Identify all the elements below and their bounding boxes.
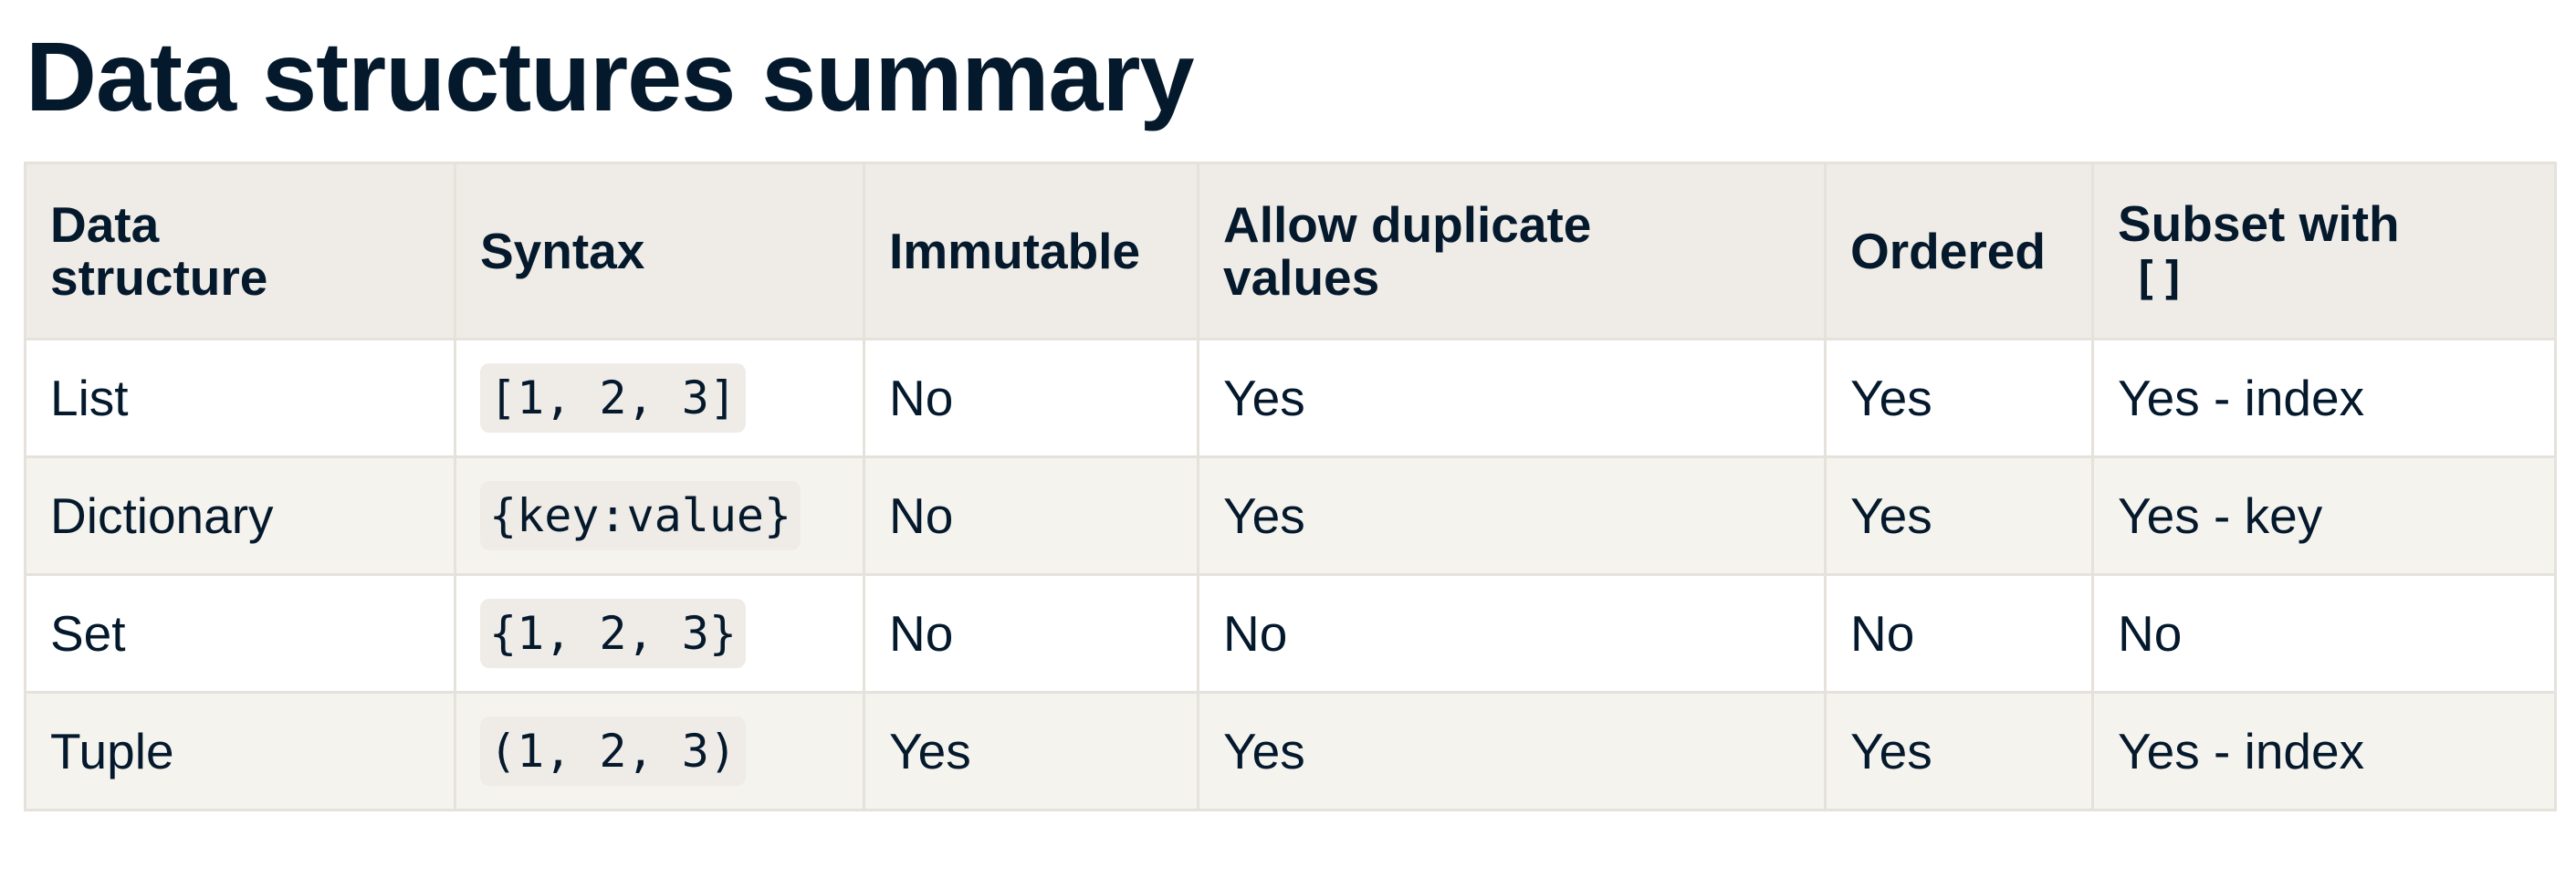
- data-structures-table: Data structure Syntax Immutable Allow du…: [24, 162, 2557, 811]
- header-subset-line-1: Subset with: [2118, 195, 2400, 252]
- cell-duplicates: No: [1197, 573, 1827, 694]
- header-data-structure-line-2: structure: [50, 249, 268, 306]
- cell-syntax: {1, 2, 3}: [454, 573, 865, 694]
- syntax-code: [1, 2, 3]: [480, 363, 746, 433]
- table-row: Set {1, 2, 3} No No No No: [24, 573, 2557, 694]
- cell-immutable: No: [863, 338, 1199, 458]
- cell-subset: Yes - index: [2091, 691, 2557, 811]
- cell-structure: Dictionary: [24, 455, 456, 576]
- cell-ordered: Yes: [1824, 455, 2094, 576]
- cell-ordered: No: [1824, 573, 2094, 694]
- cell-duplicates: Yes: [1197, 338, 1827, 458]
- header-allow-duplicates: Allow duplicate values: [1197, 162, 1827, 340]
- cell-ordered: Yes: [1824, 338, 2094, 458]
- cell-syntax: {key:value}: [454, 455, 865, 576]
- cell-subset: Yes - key: [2091, 455, 2557, 576]
- header-subset-line-2: []: [2118, 250, 2553, 305]
- cell-structure: Set: [24, 573, 456, 694]
- cell-ordered: Yes: [1824, 691, 2094, 811]
- cell-immutable: No: [863, 573, 1199, 694]
- table-row: Dictionary {key:value} No Yes Yes Yes - …: [24, 455, 2557, 576]
- header-immutable: Immutable: [863, 162, 1199, 340]
- syntax-code: {1, 2, 3}: [480, 599, 746, 668]
- syntax-code: {key:value}: [480, 481, 801, 550]
- cell-duplicates: Yes: [1197, 455, 1827, 576]
- cell-subset: No: [2091, 573, 2557, 694]
- cell-immutable: Yes: [863, 691, 1199, 811]
- header-allow-duplicates-line-1: Allow duplicate: [1223, 196, 1592, 253]
- cell-immutable: No: [863, 455, 1199, 576]
- table-header-row: Data structure Syntax Immutable Allow du…: [24, 162, 2557, 340]
- cell-subset: Yes - index: [2091, 338, 2557, 458]
- cell-structure: Tuple: [24, 691, 456, 811]
- header-data-structure-line-1: Data: [50, 196, 160, 253]
- header-syntax: Syntax: [454, 162, 865, 340]
- table-row: List [1, 2, 3] No Yes Yes Yes - index: [24, 338, 2557, 458]
- header-data-structure: Data structure: [24, 162, 456, 340]
- table-row: Tuple (1, 2, 3) Yes Yes Yes Yes - index: [24, 691, 2557, 811]
- header-subset-code: []: [2131, 252, 2187, 305]
- cell-structure: List: [24, 338, 456, 458]
- cell-syntax: [1, 2, 3]: [454, 338, 865, 458]
- header-allow-duplicates-line-2: values: [1223, 249, 1380, 306]
- header-subset: Subset with []: [2091, 162, 2557, 340]
- page-title: Data structures summary: [26, 21, 1195, 131]
- syntax-code: (1, 2, 3): [480, 716, 746, 786]
- cell-syntax: (1, 2, 3): [454, 691, 865, 811]
- header-ordered: Ordered: [1824, 162, 2094, 340]
- cell-duplicates: Yes: [1197, 691, 1827, 811]
